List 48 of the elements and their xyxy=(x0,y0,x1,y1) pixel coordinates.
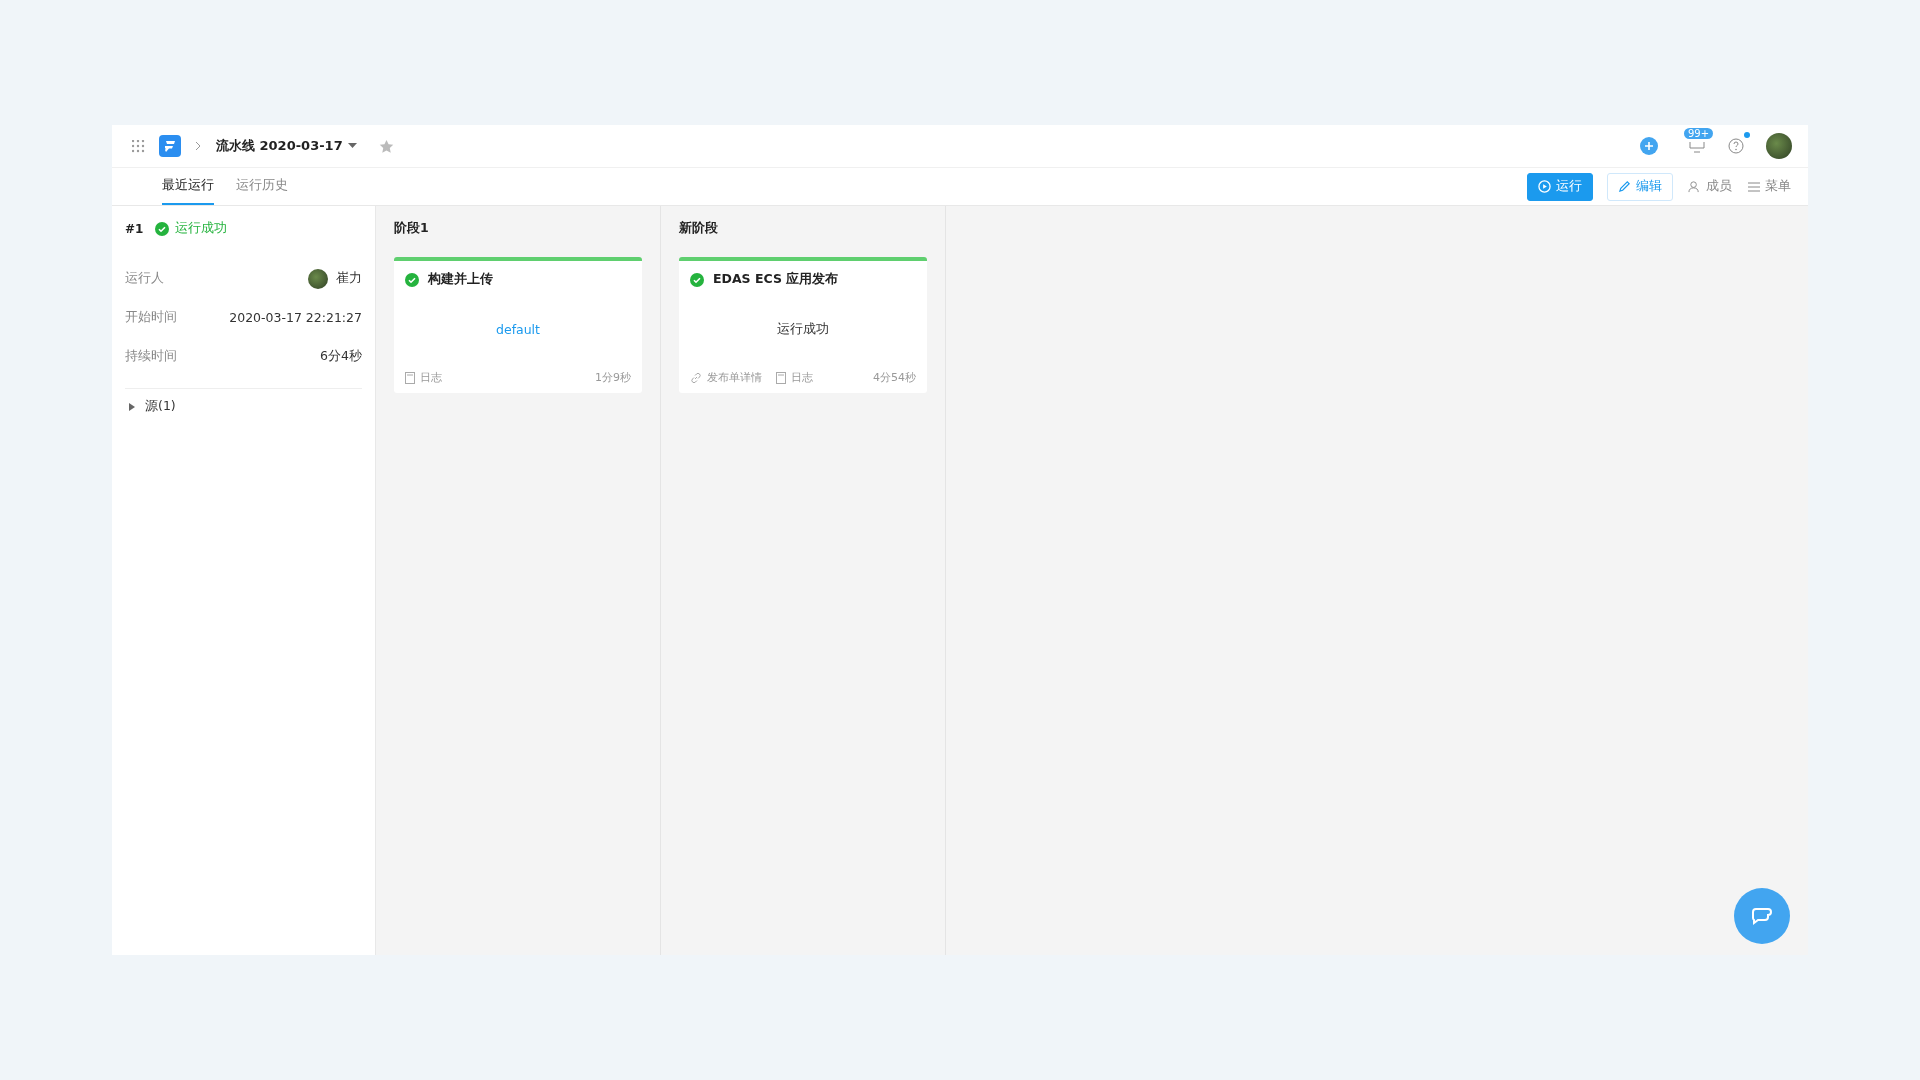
field-label: 运行人 xyxy=(125,270,164,287)
caret-icon xyxy=(129,402,135,411)
field-label: 开始时间 xyxy=(125,309,177,326)
play-icon xyxy=(1538,180,1551,193)
chat-bubble-icon xyxy=(1750,906,1774,926)
check-circle-icon xyxy=(690,272,704,287)
check-circle-icon xyxy=(155,221,170,236)
edit-button[interactable]: 编辑 xyxy=(1607,172,1673,201)
tab[interactable]: 运行历史 xyxy=(236,168,288,205)
pipeline-title[interactable]: 流水线 2020-03-17 xyxy=(216,137,343,155)
job-title: EDAS ECS 应用发布 xyxy=(713,271,839,288)
run-number: #1 xyxy=(125,221,144,236)
link-icon xyxy=(690,371,702,384)
field-value: 2020-03-17 22:21:27 xyxy=(229,310,362,325)
job-link[interactable]: 发布单详情 xyxy=(707,370,762,385)
document-icon xyxy=(776,371,786,384)
apps-grid-icon[interactable] xyxy=(132,139,145,153)
job-link[interactable]: 日志 xyxy=(791,370,813,385)
caret-down-icon[interactable] xyxy=(347,143,357,149)
job-card[interactable]: EDAS ECS 应用发布 运行成功 发布单详情 日志 4分54秒 xyxy=(679,257,927,393)
job-duration: 4分54秒 xyxy=(873,370,916,385)
stage-name: 阶段1 xyxy=(394,220,430,237)
star-icon[interactable] xyxy=(378,138,394,154)
run-button[interactable]: 运行 xyxy=(1527,172,1593,201)
job-title: 构建并上传 xyxy=(428,271,493,288)
document-icon xyxy=(405,371,415,384)
notification-badge: 99+ xyxy=(1684,128,1714,139)
app-logo-icon[interactable] xyxy=(159,135,181,157)
check-circle-icon xyxy=(405,272,419,287)
job-status: 运行成功 xyxy=(777,320,829,338)
pencil-icon xyxy=(1618,180,1631,193)
help-icon[interactable] xyxy=(1728,138,1744,154)
user-avatar xyxy=(308,268,328,289)
user-name: 崔力 xyxy=(336,270,362,287)
stage-name: 新阶段 xyxy=(679,220,719,237)
plus-circle-icon[interactable] xyxy=(1640,137,1658,155)
field-label: 持续时间 xyxy=(125,348,177,365)
branch-link[interactable]: default xyxy=(496,321,540,337)
run-status: 运行成功 xyxy=(175,220,228,237)
job-duration: 1分9秒 xyxy=(595,370,631,385)
sources-toggle[interactable]: 源(1) xyxy=(125,388,362,424)
menu-icon xyxy=(1748,181,1760,192)
user-icon xyxy=(1688,180,1701,193)
job-card[interactable]: 构建并上传 default 日志 1分9秒 xyxy=(394,257,642,393)
avatar[interactable] xyxy=(1766,133,1792,159)
chevron-right-icon xyxy=(195,141,202,151)
field-value: 6分4秒 xyxy=(320,348,362,365)
job-link[interactable]: 日志 xyxy=(420,370,442,385)
